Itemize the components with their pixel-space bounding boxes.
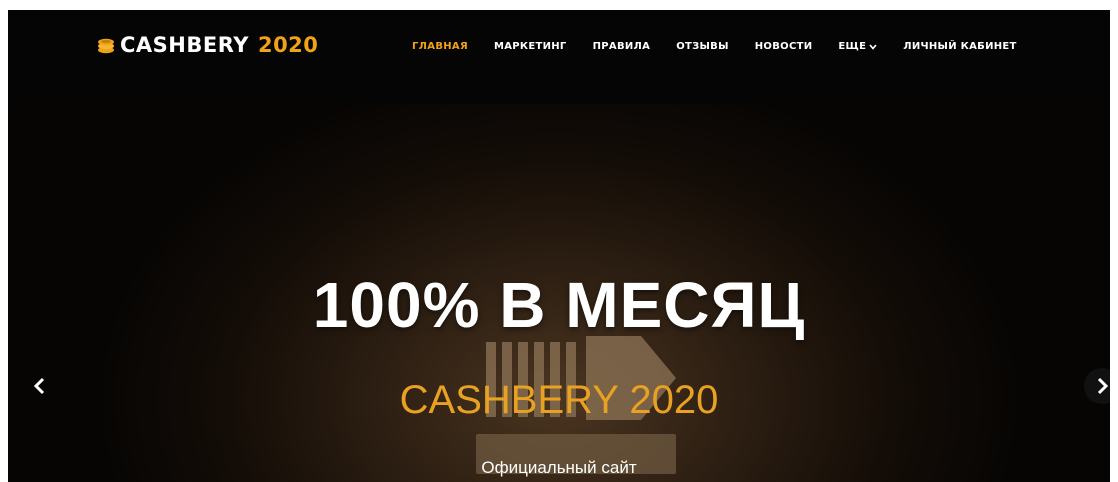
nav-item-home[interactable]: ГЛАВНАЯ — [412, 41, 468, 52]
nav-item-label: ГЛАВНАЯ — [412, 41, 468, 52]
nav-item-label: МАРКЕТИНГ — [493, 41, 567, 52]
nav-item-label: ЛИЧНЫЙ КАБИНЕТ — [903, 41, 1017, 52]
nav-item-label: ОТЗЫВЫ — [676, 41, 729, 52]
logo-name: CASHBERY — [120, 33, 249, 57]
site-frame: CASHBERY 2020 ГЛАВНАЯ МАРКЕТИНГ ПРАВИЛА … — [8, 10, 1110, 482]
coin-stack-icon — [96, 35, 116, 55]
nav-item-rules[interactable]: ПРАВИЛА — [593, 41, 651, 52]
hero-headline: 100% В МЕСЯЦ — [312, 269, 806, 341]
slider-prev-button[interactable] — [22, 368, 58, 404]
nav-item-label: НОВОСТИ — [754, 41, 813, 52]
nav-item-label: ПРАВИЛА — [592, 41, 651, 52]
chevron-right-icon — [1097, 377, 1109, 395]
chevron-down-icon — [869, 43, 877, 50]
logo-year: 2020 — [257, 33, 319, 57]
hero-caption: Официальный сайт — [481, 458, 637, 477]
nav-item-label: ЕЩЕ — [838, 41, 867, 52]
nav-item-reviews[interactable]: ОТЗЫВЫ — [676, 41, 729, 52]
top-navigation-bar: CASHBERY 2020 ГЛАВНАЯ МАРКЕТИНГ ПРАВИЛА … — [8, 10, 1110, 104]
site-logo[interactable]: CASHBERY 2020 — [96, 33, 318, 57]
nav-item-more-dropdown[interactable]: ЕЩЕ — [838, 41, 877, 52]
hero-slider: 100% В МЕСЯЦ CASHBERY 2020 Официальный с… — [8, 104, 1110, 482]
chevron-left-icon — [33, 377, 45, 395]
nav-item-account[interactable]: ЛИЧНЫЙ КАБИНЕТ — [903, 41, 1016, 52]
hero-subheadline: CASHBERY 2020 — [399, 378, 719, 422]
main-nav: ГЛАВНАЯ МАРКЕТИНГ ПРАВИЛА ОТЗЫВЫ НОВОСТИ… — [412, 41, 1017, 52]
nav-item-marketing[interactable]: МАРКЕТИНГ — [494, 41, 567, 52]
nav-item-news[interactable]: НОВОСТИ — [755, 41, 813, 52]
